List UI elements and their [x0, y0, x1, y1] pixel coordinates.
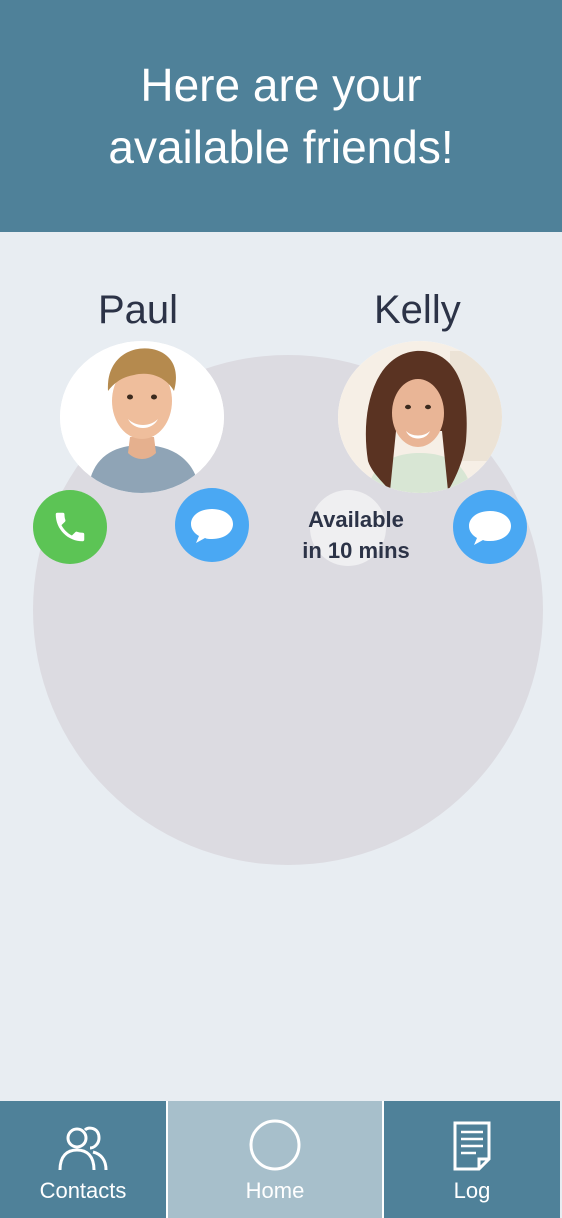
- chat-bubble-icon: [191, 509, 233, 543]
- bottom-navigation: Contacts Home Log: [0, 1101, 562, 1218]
- phone-icon: [55, 512, 85, 542]
- log-document-icon: [453, 1121, 491, 1171]
- friend-name-kelly: Kelly: [374, 288, 461, 332]
- message-paul-button[interactable]: [175, 488, 249, 562]
- nav-log[interactable]: Log: [384, 1101, 560, 1218]
- message-kelly-button[interactable]: [453, 490, 527, 564]
- page-title: Here are your available friends!: [108, 59, 454, 173]
- page-header: Here are your available friends!: [0, 0, 562, 232]
- contacts-icon: [58, 1126, 108, 1171]
- nav-log-label: Log: [453, 1178, 491, 1203]
- avatar-paul-photo: [60, 341, 224, 493]
- avatar-paul[interactable]: [60, 341, 224, 493]
- nav-contacts-label: Contacts: [39, 1178, 127, 1203]
- friend-name-paul: Paul: [98, 288, 179, 332]
- home-circle-icon: [249, 1119, 301, 1171]
- nav-home[interactable]: Home: [168, 1101, 384, 1218]
- avatar-kelly-photo: [338, 341, 502, 493]
- avatar-kelly[interactable]: [338, 341, 502, 493]
- chat-bubble-icon: [469, 511, 511, 545]
- call-paul-button[interactable]: [33, 490, 107, 564]
- kelly-availability-status: Available in 10 mins: [302, 507, 410, 563]
- nav-contacts[interactable]: Contacts: [0, 1101, 168, 1218]
- nav-home-label: Home: [245, 1178, 305, 1203]
